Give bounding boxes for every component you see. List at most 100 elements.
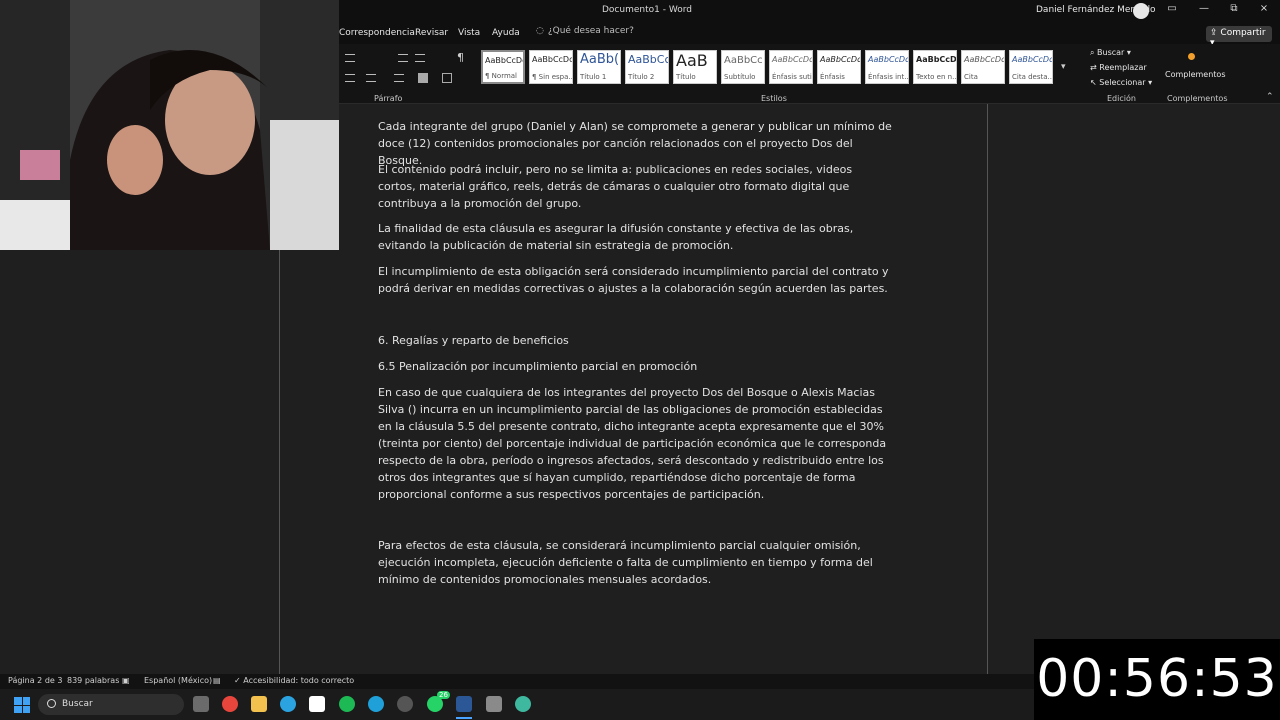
style-cita-destacada[interactable]: AaBbCcDc Cita desta... (1009, 50, 1053, 84)
edge-icon[interactable] (368, 696, 384, 712)
addins-button[interactable]: Complementos (1165, 70, 1225, 79)
minimize-icon[interactable]: — (1196, 3, 1212, 14)
style-titulo-1[interactable]: AaBb( Título 1 (577, 50, 621, 84)
share-label: Compartir (1220, 28, 1266, 38)
style-name: Título 1 (580, 73, 607, 81)
search-icon: ⌕ (1090, 48, 1098, 57)
style-name: Cita (964, 73, 978, 81)
paragraph[interactable]: En caso de que cualquiera de los integra… (378, 384, 893, 503)
select-label: Seleccionar (1099, 78, 1146, 87)
style-titulo-2[interactable]: AaBbCc Título 2 (625, 50, 669, 84)
style-sample: AaBbCcDc (772, 55, 813, 64)
calculator-icon[interactable] (486, 696, 502, 712)
style-sample: AaBbCcDc (964, 55, 1005, 64)
accessibility-label: Accesibilidad: todo correcto (243, 676, 355, 685)
subsection-heading[interactable]: 6.5 Penalización por incumplimiento parc… (378, 358, 893, 375)
task-view-icon[interactable] (193, 696, 209, 712)
language[interactable]: Español (México) (144, 676, 212, 685)
tab-vista[interactable]: Vista (458, 28, 480, 38)
style-sin-espaciado[interactable]: AaBbCcDc ¶ Sin espa... (529, 50, 573, 84)
tab-correspondencia[interactable]: Correspondencia (339, 28, 415, 38)
style-sample: AaBbCcDc (868, 55, 909, 64)
taskbar-search[interactable]: Buscar (38, 694, 184, 715)
line-spacing-icon[interactable] (394, 74, 404, 82)
borders-icon[interactable] (442, 73, 452, 83)
style-name: Cita desta... (1012, 73, 1053, 81)
ribbon-display-icon[interactable]: ▭ (1164, 3, 1180, 14)
shading-icon[interactable] (418, 73, 428, 83)
bullets-icon[interactable] (345, 54, 355, 62)
active-app-indicator (456, 717, 472, 719)
search-icon (47, 699, 56, 708)
style-name: Título 2 (628, 73, 655, 81)
paragraph[interactable]: Para efectos de esta cláusula, se consid… (378, 537, 893, 588)
style-name: Énfasis (820, 73, 845, 81)
document-title: Documento1 - Word (602, 5, 692, 15)
close-icon[interactable]: × (1256, 3, 1272, 14)
share-icon: ⇪ (1210, 28, 1221, 38)
restore-icon[interactable]: ⧉ (1226, 3, 1242, 14)
section-heading[interactable]: 6. Regalías y reparto de beneficios (378, 332, 893, 349)
capcut-icon[interactable] (309, 696, 325, 712)
proofing-icon[interactable]: ▣ (122, 676, 130, 685)
style-name: Texto en n... (916, 73, 957, 81)
user-avatar[interactable] (1133, 3, 1149, 19)
telegram-icon[interactable] (280, 696, 296, 712)
style-sample: AaB (676, 51, 708, 70)
addins-icon (1188, 53, 1195, 60)
paragraph[interactable]: El contenido podrá incluir, pero no se l… (378, 161, 893, 212)
pilcrow-icon[interactable]: ¶ (457, 51, 464, 64)
accessibility-status[interactable]: ✓ Accesibilidad: todo correcto (234, 676, 354, 685)
style-enfasis-sutil[interactable]: AaBbCcDc Énfasis sutil (769, 50, 813, 84)
timer-overlay: 00:56:53 (1034, 639, 1280, 720)
style-sample: AaBbCcDc (485, 56, 525, 65)
tell-me-box[interactable]: ◌ ¿Qué desea hacer? (536, 26, 634, 36)
cursor-icon: ↖ (1090, 78, 1100, 87)
style-titulo[interactable]: AaB Título (673, 50, 717, 84)
globe-icon[interactable] (515, 696, 531, 712)
whatsapp-badge: 26 (437, 691, 450, 699)
word-count[interactable]: 839 palabras (67, 676, 119, 685)
style-name: Subtítulo (724, 73, 756, 81)
find-button[interactable]: ⌕ Buscar ▾ (1090, 48, 1131, 58)
chrome-icon[interactable] (222, 696, 238, 712)
align-left-icon[interactable] (345, 74, 355, 82)
style-sample: AaBbCc (724, 55, 763, 66)
macro-icon[interactable]: ▤ (213, 676, 221, 685)
style-normal[interactable]: AaBbCcDc ¶ Normal (481, 50, 525, 84)
style-enfasis-intenso[interactable]: AaBbCcDc Énfasis int... (865, 50, 909, 84)
collapse-ribbon-icon[interactable]: ⌃ (1266, 92, 1274, 102)
obs-icon[interactable] (397, 696, 413, 712)
word-icon[interactable] (456, 696, 472, 712)
style-sample: AaBb( (580, 52, 620, 67)
justify-icon[interactable] (366, 74, 376, 82)
replace-button[interactable]: ⇄ Reemplazar (1090, 63, 1147, 72)
increase-indent-icon[interactable] (415, 54, 425, 62)
paragraph[interactable]: La finalidad de esta cláusula es asegura… (378, 220, 893, 254)
style-subtitulo[interactable]: AaBbCc Subtítulo (721, 50, 765, 84)
taskbar-search-label: Buscar (62, 699, 93, 709)
document-page[interactable]: Cada integrante del grupo (Daniel y Alan… (281, 104, 987, 674)
style-cita[interactable]: AaBbCcDc Cita (961, 50, 1005, 84)
style-texto-en-negrita[interactable]: AaBbCcDc Texto en n... (913, 50, 957, 84)
group-label-estilos: Estilos (761, 94, 787, 103)
share-button[interactable]: ⇪ Compartir ▾ (1206, 26, 1272, 48)
select-button[interactable]: ↖ Seleccionar ▾ (1090, 78, 1152, 87)
file-explorer-icon[interactable] (251, 696, 267, 712)
style-enfasis[interactable]: AaBbCcDc Énfasis (817, 50, 861, 84)
styles-more-icon[interactable]: ▾ (1061, 62, 1066, 72)
tell-me-text: ¿Qué desea hacer? (547, 26, 634, 36)
chevron-down-icon: ▾ (1145, 78, 1153, 87)
right-margin (987, 104, 1280, 674)
windows-start-icon[interactable] (14, 697, 30, 713)
style-sample: AaBbCcDc (916, 55, 957, 64)
spotify-icon[interactable] (339, 696, 355, 712)
style-sample: AaBbCcDc (820, 55, 861, 64)
paragraph[interactable]: El incumplimiento de esta obligación ser… (378, 263, 893, 297)
style-sample: AaBbCcDc (532, 55, 573, 64)
tab-ayuda[interactable]: Ayuda (492, 28, 520, 38)
decrease-indent-icon[interactable] (398, 54, 408, 62)
tab-revisar[interactable]: Revisar (415, 28, 448, 38)
group-label-parrafo: Párrafo (374, 94, 403, 103)
page-count[interactable]: Página 2 de 3 (8, 676, 62, 685)
